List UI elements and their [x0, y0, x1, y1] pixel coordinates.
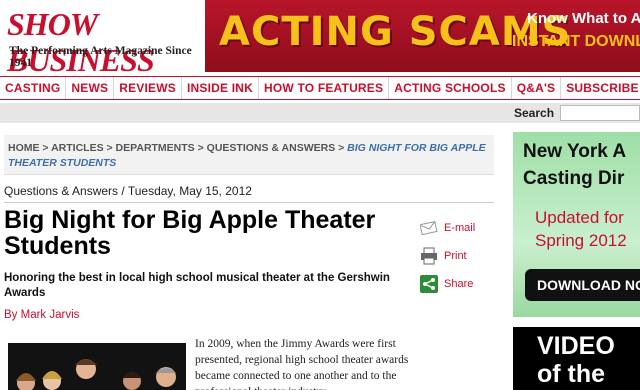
- share-icon: [420, 275, 438, 293]
- nav-item-how-to-features[interactable]: HOW TO FEATURES: [259, 77, 390, 99]
- article-subtitle: Honoring the best in local high school m…: [4, 272, 390, 299]
- breadcrumb-separator: >: [39, 142, 52, 154]
- nav-item-casting[interactable]: CASTING: [0, 77, 67, 99]
- ad-update-line2: Spring 2012: [535, 231, 627, 250]
- search-input[interactable]: [560, 105, 640, 121]
- article-title: Big Night for Big Apple Theater Students: [4, 206, 376, 260]
- breadcrumb-questions-answers[interactable]: QUESTIONS & ANSWERS: [207, 142, 336, 154]
- video-ad[interactable]: VIDEO of the: [513, 327, 640, 390]
- divider: [4, 202, 494, 203]
- ad-title-line1: New York A: [523, 141, 627, 162]
- search-label: Search: [514, 106, 555, 120]
- ad-update-text: Updated for Spring 2012: [535, 206, 627, 252]
- article-body: In 2009, when the Jimmy Awards were firs…: [195, 338, 409, 390]
- article-photo: [8, 343, 186, 390]
- nav-item-news[interactable]: NEWS: [66, 77, 115, 99]
- breadcrumb-separator: >: [103, 142, 116, 154]
- banner-tagline: Know What to Av: [527, 10, 640, 27]
- video-ad-line2: of the: [537, 360, 606, 388]
- printer-icon: [420, 247, 438, 265]
- email-icon: [419, 219, 438, 237]
- article-byline[interactable]: By Mark Jarvis: [4, 309, 79, 321]
- download-now-button[interactable]: DOWNLOAD NO: [525, 269, 640, 301]
- casting-directory-ad[interactable]: New York A Casting Dir Updated for Sprin…: [513, 132, 640, 317]
- logo-tagline: The Performing Arts Magazine Since 1941: [9, 45, 192, 69]
- ad-update-line1: Updated for: [535, 208, 624, 227]
- acting-scams-banner-ad[interactable]: ACTING SCAMS Know What to Av INSTANT DOW…: [205, 0, 640, 72]
- share-button[interactable]: Share: [420, 270, 490, 298]
- print-button[interactable]: Print: [420, 242, 490, 270]
- site-logo[interactable]: SHOW BUSINESS The Performing Arts Magazi…: [0, 0, 205, 78]
- site-header: SHOW BUSINESS The Performing Arts Magazi…: [0, 0, 640, 78]
- print-label: Print: [444, 250, 467, 262]
- email-label: E-mail: [444, 222, 476, 234]
- nav-item-subscribe[interactable]: SUBSCRIBE: [561, 77, 640, 99]
- ad-title: New York A Casting Dir: [523, 138, 626, 192]
- ad-title-line2: Casting Dir: [523, 168, 625, 189]
- nav-item-reviews[interactable]: REVIEWS: [114, 77, 182, 99]
- share-label: Share: [444, 278, 474, 290]
- search-bar: Search: [0, 103, 640, 123]
- breadcrumb-separator: >: [194, 142, 207, 154]
- video-ad-text: VIDEO of the: [537, 332, 615, 388]
- breadcrumb-articles[interactable]: ARTICLES: [51, 142, 104, 154]
- breadcrumb-departments[interactable]: DEPARTMENTS: [116, 142, 195, 154]
- article-tools: E-mail Print Share: [419, 214, 490, 298]
- banner-download-text: INSTANT DOWNL: [512, 33, 640, 50]
- video-ad-line1: VIDEO: [537, 332, 615, 360]
- breadcrumb: HOME > ARTICLES > DEPARTMENTS > QUESTION…: [4, 135, 494, 175]
- nav-item-acting-schools[interactable]: ACTING SCHOOLS: [389, 77, 512, 99]
- email-button[interactable]: E-mail: [419, 214, 490, 242]
- breadcrumb-home[interactable]: HOME: [8, 142, 40, 154]
- breadcrumb-separator: >: [335, 142, 348, 154]
- article-meta: Questions & Answers / Tuesday, May 15, 2…: [4, 184, 252, 198]
- main-nav: CASTING NEWS REVIEWS INSIDE INK HOW TO F…: [0, 76, 640, 100]
- nav-item-qas[interactable]: Q&A'S: [512, 77, 562, 99]
- nav-item-inside-ink[interactable]: INSIDE INK: [182, 77, 259, 99]
